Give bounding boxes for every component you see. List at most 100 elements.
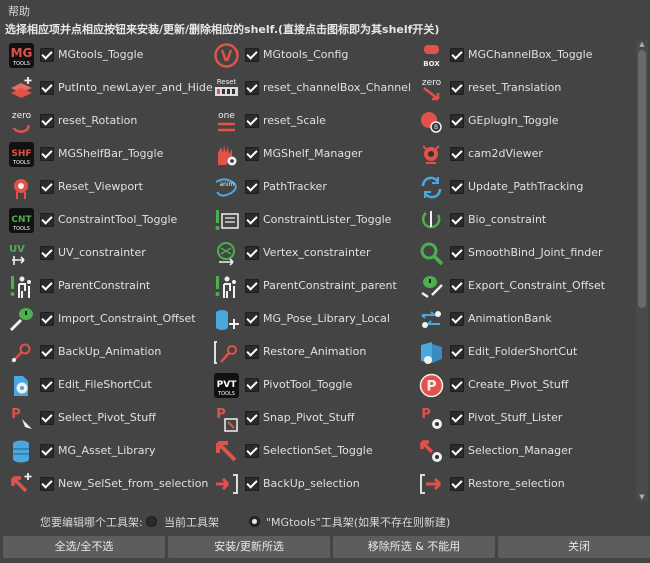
shelf-item-checkbox[interactable] <box>450 378 464 392</box>
shelf-item[interactable]: zero reset_Rotation <box>4 106 209 136</box>
vertical-scrollbar[interactable]: ▲ ▼ <box>636 40 648 502</box>
asset-library-icon[interactable] <box>8 438 35 465</box>
snap-pivot-icon[interactable]: P <box>213 405 240 432</box>
shelf-item[interactable]: BackUp_selection <box>209 469 414 499</box>
shelf-item-checkbox[interactable] <box>245 48 259 62</box>
magnifier-icon[interactable] <box>418 240 445 267</box>
shelf-item[interactable]: PVT TOOLS PivotTool_Toggle <box>209 370 414 400</box>
help-menu[interactable]: 帮助 <box>8 3 30 19</box>
selection-manager-icon[interactable] <box>418 438 445 465</box>
shelf-item[interactable]: cam2dViewer <box>414 139 619 169</box>
zero-rotate-icon[interactable]: zero <box>8 108 35 135</box>
shelf-item-checkbox[interactable] <box>245 246 259 260</box>
shelf-item[interactable]: P Pivot_Stuff_Lister <box>414 403 619 433</box>
one-scale-icon[interactable]: one <box>213 108 240 135</box>
shelf-item-checkbox[interactable] <box>40 213 54 227</box>
viewport-reset-icon[interactable] <box>8 174 35 201</box>
pvt-tools-icon[interactable]: PVT TOOLS <box>213 372 240 399</box>
shelf-item-checkbox[interactable] <box>245 411 259 425</box>
shelf-item-checkbox[interactable] <box>40 180 54 194</box>
pivot-lister-icon[interactable]: P <box>418 405 445 432</box>
shelf-item[interactable]: P Snap_Pivot_Stuff <box>209 403 414 433</box>
shelf-item[interactable]: Reset_Viewport <box>4 172 209 202</box>
wrench-config-icon[interactable] <box>213 42 240 69</box>
shelf-item-checkbox[interactable] <box>450 213 464 227</box>
shelf-item-checkbox[interactable] <box>450 114 464 128</box>
export-constraint-icon[interactable] <box>418 273 445 300</box>
shelf-item-checkbox[interactable] <box>450 180 464 194</box>
shelf-item[interactable]: MG_Pose_Library_Local <box>209 304 414 334</box>
shelf-item[interactable]: zero reset_Translation <box>414 73 619 103</box>
constraint-lister-icon[interactable] <box>213 207 240 234</box>
shelf-item-checkbox[interactable] <box>40 378 54 392</box>
shelf-item-checkbox[interactable] <box>245 345 259 359</box>
shelf-item-checkbox[interactable] <box>450 48 464 62</box>
shelf-item-checkbox[interactable] <box>450 312 464 326</box>
shelf-item[interactable]: CNT TOOLS ConstraintTool_Toggle <box>4 205 209 235</box>
shelf-item-checkbox[interactable] <box>450 345 464 359</box>
shelf-item[interactable]: Reset reset_channelBox_Channel <box>209 73 414 103</box>
shelf-item-checkbox[interactable] <box>40 279 54 293</box>
shelf-item[interactable]: MG_Asset_Library <box>4 436 209 466</box>
shelf-item[interactable]: BackUp_Animation <box>4 337 209 367</box>
shelf-item[interactable]: Edit_FolderShortCut <box>414 337 619 367</box>
shelf-item-checkbox[interactable] <box>245 444 259 458</box>
shelf-item-checkbox[interactable] <box>40 147 54 161</box>
radio-mgtools-shelf[interactable] <box>249 516 260 527</box>
shelf-item[interactable]: AnimationBank <box>414 304 619 334</box>
reset-channel-icon[interactable]: Reset <box>213 75 240 102</box>
shelf-item-checkbox[interactable] <box>40 246 54 260</box>
shelf-item[interactable]: Update_PathTracking <box>414 172 619 202</box>
backup-animation-icon[interactable] <box>8 339 35 366</box>
shelf-item-checkbox[interactable] <box>245 213 259 227</box>
zero-translate-icon[interactable]: zero <box>418 75 445 102</box>
shelf-item[interactable]: MG TOOLS MGtools_Toggle <box>4 40 209 70</box>
select-all-button[interactable]: 全选/全不选 <box>3 536 165 558</box>
selection-set-icon[interactable] <box>213 438 240 465</box>
shelf-item[interactable]: SmoothBind_Joint_finder <box>414 238 619 268</box>
shelf-item-checkbox[interactable] <box>450 444 464 458</box>
file-shortcut-icon[interactable] <box>8 372 35 399</box>
scroll-down-arrow-icon[interactable]: ▼ <box>638 494 646 501</box>
shelf-item-checkbox[interactable] <box>40 48 54 62</box>
new-selset-icon[interactable] <box>8 471 35 498</box>
shelf-item[interactable]: ConstraintLister_Toggle <box>209 205 414 235</box>
animation-bank-icon[interactable] <box>418 306 445 333</box>
shelf-item-checkbox[interactable] <box>450 411 464 425</box>
channelbox-icon[interactable]: BOX <box>418 42 445 69</box>
shelf-item[interactable]: Import_Constraint_Offset <box>4 304 209 334</box>
shelf-item-checkbox[interactable] <box>245 378 259 392</box>
shelf-item-checkbox[interactable] <box>245 147 259 161</box>
install-update-button[interactable]: 安装/更新所选 <box>168 536 330 558</box>
vertex-constraint-icon[interactable] <box>213 240 240 267</box>
layer-add-icon[interactable] <box>8 75 35 102</box>
shf-tools-icon[interactable]: SHF TOOLS <box>8 141 35 168</box>
shelf-item-checkbox[interactable] <box>245 279 259 293</box>
uv-constraint-icon[interactable]: UV <box>8 240 35 267</box>
mg-tools-icon[interactable]: MG TOOLS <box>8 42 35 69</box>
shelf-item[interactable]: ParentConstraint <box>4 271 209 301</box>
shelf-item[interactable]: Bio_constraint <box>414 205 619 235</box>
shelf-item[interactable]: SelectionSet_Toggle <box>209 436 414 466</box>
close-button[interactable]: 关闭 <box>498 536 650 558</box>
shelf-item-checkbox[interactable] <box>245 81 259 95</box>
shelf-item[interactable]: UV UV_constrainter <box>4 238 209 268</box>
pose-library-icon[interactable] <box>213 306 240 333</box>
folder-shortcut-icon[interactable] <box>418 339 445 366</box>
backup-selection-icon[interactable] <box>213 471 240 498</box>
shelf-item-checkbox[interactable] <box>450 477 464 491</box>
geplugin-icon[interactable]: B <box>418 108 445 135</box>
shelf-item[interactable]: Selection_Manager <box>414 436 619 466</box>
shelf-item-checkbox[interactable] <box>40 345 54 359</box>
parent-constraint-parent-icon[interactable] <box>213 273 240 300</box>
remove-selected-button[interactable]: 移除所选 & 不能用 <box>333 536 495 558</box>
bio-constraint-icon[interactable] <box>418 207 445 234</box>
shelf-item[interactable]: P Select_Pivot_Stuff <box>4 403 209 433</box>
shelf-item[interactable]: SHF TOOLS MGShelfBar_Toggle <box>4 139 209 169</box>
shelf-item[interactable]: BOX MGChannelBox_Toggle <box>414 40 619 70</box>
shelf-item[interactable]: PutInto_newLayer_and_Hide <box>4 73 213 103</box>
shelf-item-checkbox[interactable] <box>40 312 54 326</box>
shelf-item[interactable]: Restore_Animation <box>209 337 414 367</box>
shelf-item[interactable]: ParentConstraint_parent <box>209 271 414 301</box>
shelf-item[interactable]: MGShelf_Manager <box>209 139 414 169</box>
